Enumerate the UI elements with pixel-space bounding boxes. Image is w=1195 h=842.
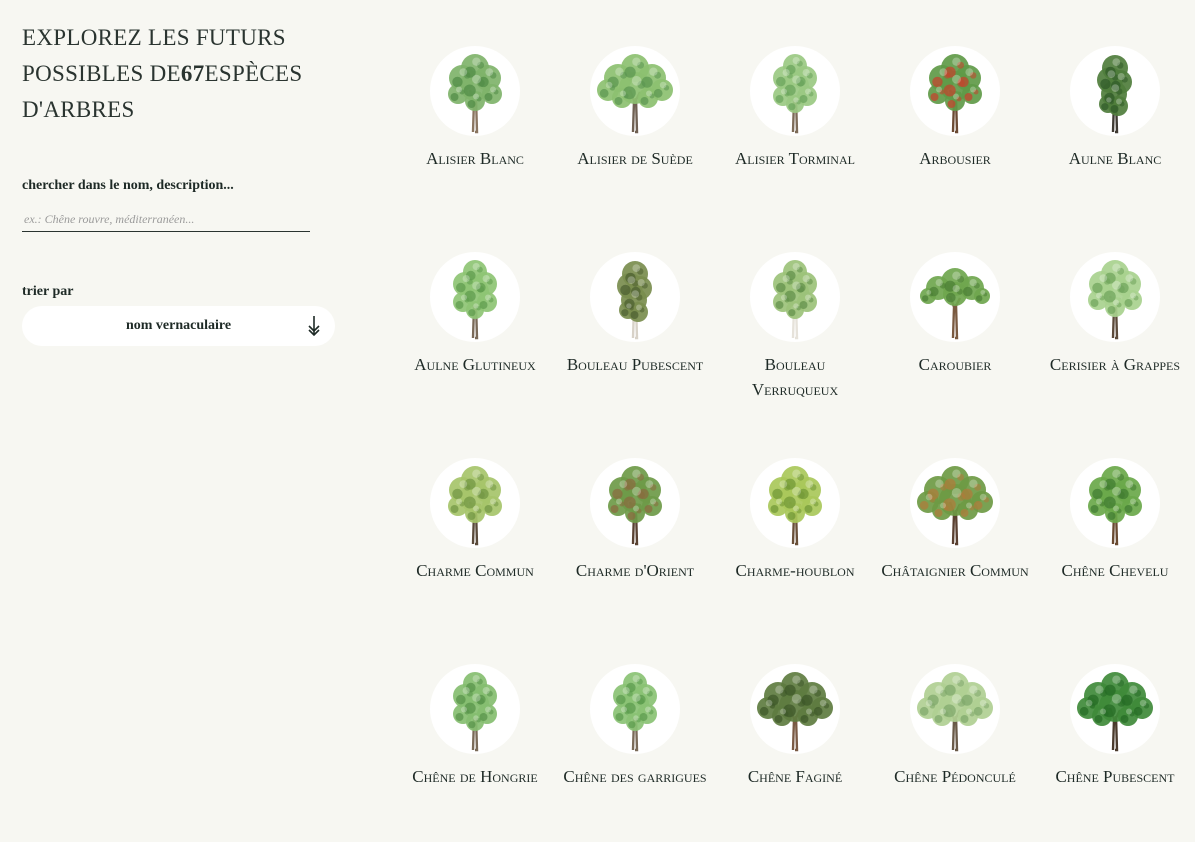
tree-icon [597,54,673,134]
tree-icon [928,54,982,134]
tree-icon [920,268,990,340]
tree-icon [1088,260,1142,340]
species-name: Charme-houblon [735,561,855,580]
species-card[interactable]: Chêne Pédonculé [875,664,1035,842]
tree-icon [453,672,497,752]
sidebar: EXPLOREZ LES FUTURS POSSIBLES DE67ESPÈCE… [22,20,342,346]
species-card[interactable]: Cerisier à Grappes [1035,252,1195,458]
tree-illustration [750,664,840,754]
species-card[interactable]: Aulne Blanc [1035,46,1195,252]
tree-icon [1088,466,1142,546]
species-name: Aulne Glutineux [414,355,536,374]
tree-icon [917,466,993,546]
species-name: Caroubier [918,355,992,374]
species-card[interactable]: Alisier de Suède [555,46,715,252]
tree-icon [613,672,657,752]
species-card[interactable]: Alisier Torminal [715,46,875,252]
species-name: Chêne de Hongrie [412,767,538,786]
tree-illustration [430,664,520,754]
species-card[interactable]: Bouleau Verruqueux [715,252,875,458]
species-name: Cerisier à Grappes [1049,355,1181,374]
tree-illustration [1070,252,1160,342]
species-card[interactable]: Charme d'Orient [555,458,715,664]
species-name: Bouleau Verruqueux [751,355,839,399]
species-name: Châtaignier Commun [881,561,1029,580]
species-card[interactable]: Charme Commun [395,458,555,664]
tree-icon [773,54,817,134]
tree-illustration [590,664,680,754]
species-name: Chêne Chevelu [1061,561,1169,580]
species-count: 67 [180,61,205,86]
tree-illustration [750,458,840,548]
species-name: Charme Commun [416,561,534,580]
species-name: Arbousier [919,149,991,168]
species-card[interactable]: Aulne Glutineux [395,252,555,458]
tree-icon [1097,55,1132,134]
sort-label: trier par [22,284,74,299]
tree-illustration [910,252,1000,342]
tree-icon [617,261,652,340]
tree-illustration [430,252,520,342]
species-name: Chêne des garrigues [563,767,707,786]
species-card[interactable]: Alisier Blanc [395,46,555,252]
species-card[interactable]: Charme-houblon [715,458,875,664]
sort-selected-value: nom vernaculaire [125,318,232,333]
species-name: Chêne Pédonculé [894,767,1016,786]
species-name: Chêne Faginé [747,767,843,786]
species-card[interactable]: Chêne Pubescent [1035,664,1195,842]
tree-illustration [590,46,680,136]
species-card[interactable]: Châtaignier Commun [875,458,1035,664]
tree-illustration [910,46,1000,136]
species-card[interactable]: Caroubier [875,252,1035,458]
tree-illustration [1070,46,1160,136]
tree-illustration [750,252,840,342]
tree-icon [448,466,502,546]
species-name: Bouleau Pubescent [566,355,704,374]
tree-illustration [590,252,680,342]
sort-select[interactable]: nom vernaculaire [22,306,335,346]
tree-illustration [1070,664,1160,754]
tree-icon [768,466,822,546]
species-name: Charme d'Orient [575,561,695,580]
species-name: Aulne Blanc [1068,149,1162,168]
tree-illustration [430,46,520,136]
species-name: Alisier Torminal [735,149,855,168]
species-grid: Alisier Blanc Alisier de Suède Alisier Tor… [395,46,1195,842]
tree-icon [773,260,817,340]
tree-icon [453,260,497,340]
species-card[interactable]: Chêne Faginé [715,664,875,842]
arrow-down-icon[interactable] [307,315,321,337]
species-card[interactable]: Chêne Chevelu [1035,458,1195,664]
page-title: EXPLOREZ LES FUTURS POSSIBLES DE67ESPÈCE… [22,20,342,128]
species-card[interactable]: Arbousier [875,46,1035,252]
species-card[interactable]: Chêne de Hongrie [395,664,555,842]
tree-illustration [430,458,520,548]
tree-icon [448,54,502,134]
tree-icon [608,466,662,546]
search-input[interactable] [22,208,310,232]
search-label: chercher dans le nom, description... [22,178,234,193]
tree-illustration [910,458,1000,548]
species-card[interactable]: Chêne des garrigues [555,664,715,842]
tree-illustration [590,458,680,548]
species-name: Alisier Blanc [426,149,524,168]
tree-icon [1077,672,1153,752]
tree-icon [917,672,993,752]
species-name: Chêne Pubescent [1055,767,1175,786]
species-card[interactable]: Bouleau Pubescent [555,252,715,458]
tree-illustration [910,664,1000,754]
tree-illustration [750,46,840,136]
species-name: Alisier de Suède [577,149,693,168]
tree-illustration [1070,458,1160,548]
tree-icon [757,672,833,752]
